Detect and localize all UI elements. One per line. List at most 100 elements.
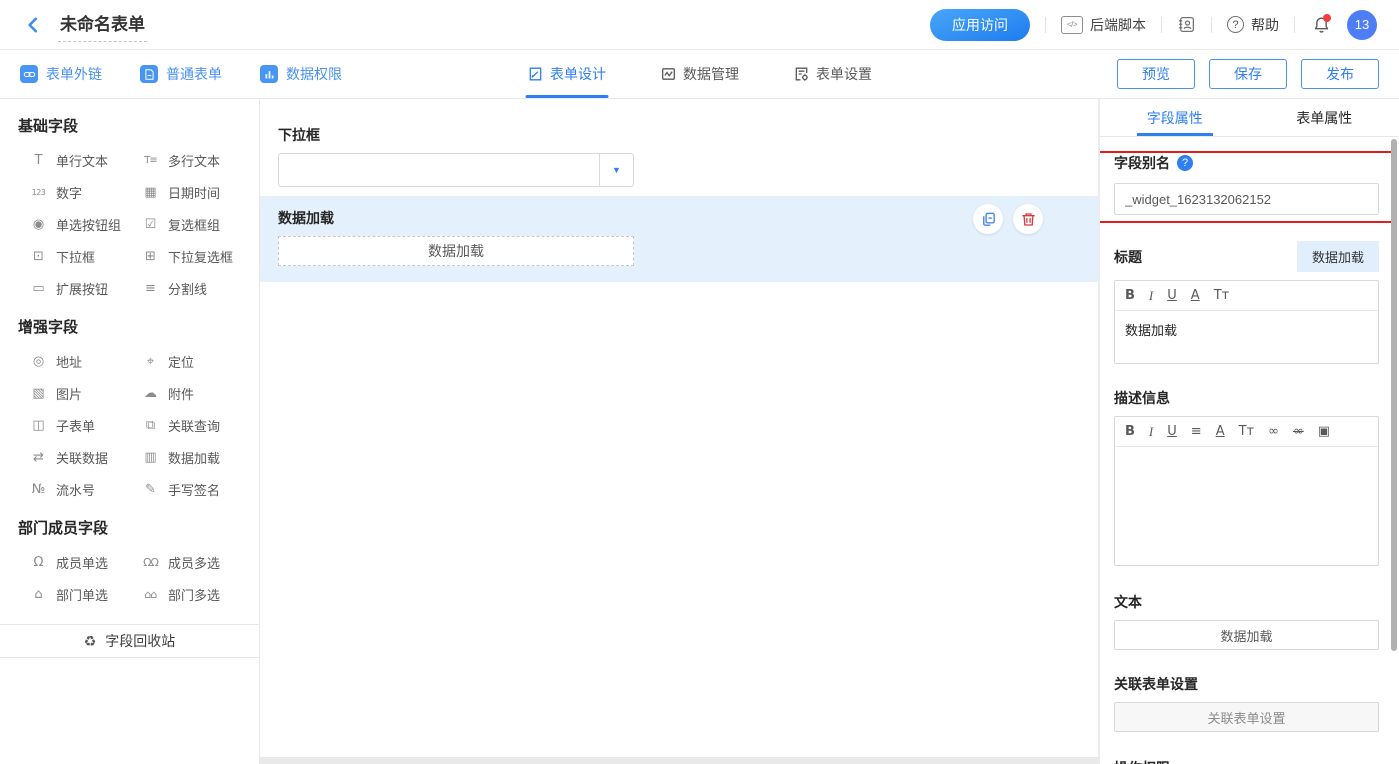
backend-script-button[interactable]: </> 后端脚本 xyxy=(1061,15,1146,35)
link-icon[interactable]: ∞ xyxy=(1268,425,1279,438)
dropdown-select-value xyxy=(279,154,599,186)
bold-icon[interactable]: B xyxy=(1125,289,1135,302)
dropdown-select[interactable]: ▼ xyxy=(278,153,634,187)
plain-form-icon xyxy=(140,65,158,83)
trash-icon xyxy=(1020,211,1037,228)
mode-item-数据权限[interactable]: 数据权限 xyxy=(260,64,342,84)
field-item-附件[interactable]: ☁附件 xyxy=(142,377,259,409)
data-load-field-widget-selected[interactable]: 数据加载 数据加载 xyxy=(260,196,1098,282)
alias-label: 字段别名 xyxy=(1114,153,1170,173)
field-item-label: 数字 xyxy=(56,183,82,202)
field-item-手写签名[interactable]: ✎手写签名 xyxy=(142,473,259,505)
field-item-定位[interactable]: ⌖定位 xyxy=(142,345,259,377)
font-color-icon[interactable]: A xyxy=(1191,289,1200,302)
field-item-分割线[interactable]: ≡分割线 xyxy=(142,272,259,304)
tab-表单设置[interactable]: 表单设置 xyxy=(793,50,872,98)
field-item-下拉复选框[interactable]: ⊞下拉复选框 xyxy=(142,240,259,272)
tab-表单设计[interactable]: 表单设计 xyxy=(527,50,606,98)
tab-数据管理[interactable]: 数据管理 xyxy=(660,50,739,98)
properties-tabs: 字段属性表单属性 xyxy=(1100,99,1399,137)
field-item-label: 关联数据 xyxy=(56,448,108,467)
field-item-流水号[interactable]: №流水号 xyxy=(30,473,142,505)
font-size-icon[interactable]: Tᴛ xyxy=(1239,425,1255,438)
text-label: 文本 xyxy=(1114,594,1142,610)
field-recycle-bin[interactable]: ♻ 字段回收站 xyxy=(0,624,259,658)
help-button[interactable]: ? 帮助 xyxy=(1227,15,1279,35)
field-item-下拉框[interactable]: ⊡下拉框 xyxy=(30,240,142,272)
code-icon: </> xyxy=(1061,16,1083,34)
text-value-button[interactable]: 数据加载 xyxy=(1114,620,1379,650)
field-item-单选按钮组[interactable]: ◉单选按钮组 xyxy=(30,208,142,240)
panel-tab-表单属性[interactable]: 表单属性 xyxy=(1250,99,1399,136)
field-item-日期时间[interactable]: ▦日期时间 xyxy=(142,176,259,208)
description-editor-content[interactable] xyxy=(1115,447,1378,565)
field-item-数据加载[interactable]: ▥数据加载 xyxy=(142,441,259,473)
main-tabs: 表单设计 数据管理 表单设置 xyxy=(527,50,872,98)
title-field-tag[interactable]: 数据加载 xyxy=(1297,241,1379,272)
divider-icon: ≡ xyxy=(142,281,159,296)
panel-scrollbar[interactable] xyxy=(1391,139,1397,651)
sidebar-section-grid: ◎ 地址 ⌖定位▧图片☁附件◫子表单⧉关联查询⇄关联数据▥数据加载№流水号✎手写签名 xyxy=(0,345,259,505)
field-item-图片[interactable]: ▧图片 xyxy=(30,377,142,409)
underline-icon[interactable]: U xyxy=(1167,425,1177,438)
underline-icon[interactable]: U xyxy=(1167,289,1177,302)
italic-icon[interactable]: I xyxy=(1149,425,1153,438)
field-item-关联查询[interactable]: ⧉关联查询 xyxy=(142,409,259,441)
dropdown-multi-icon: ⊞ xyxy=(142,249,159,264)
address-book-button[interactable] xyxy=(1177,15,1196,34)
form-title[interactable]: 未命名表单 xyxy=(58,8,147,42)
address-icon: ◎ xyxy=(30,354,47,369)
field-item-多行文本[interactable]: T≡多行文本 xyxy=(142,144,259,176)
bold-icon[interactable]: B xyxy=(1125,425,1135,438)
publish-button[interactable]: 发布 xyxy=(1301,59,1379,89)
mode-item-表单外链[interactable]: 表单外链 xyxy=(20,64,102,84)
field-item-关联数据[interactable]: ⇄关联数据 xyxy=(30,441,142,473)
notification-button[interactable] xyxy=(1310,14,1332,36)
title-label: 标题 xyxy=(1114,247,1142,267)
title-editor: B I U A Tᴛ 数据加载 xyxy=(1114,280,1379,364)
field-item-复选框组[interactable]: ☑复选框组 xyxy=(142,208,259,240)
related-form-settings-button[interactable]: 关联表单设置 xyxy=(1114,702,1379,732)
divider xyxy=(1294,17,1295,33)
field-item-成员单选[interactable]: Ω成员单选 xyxy=(30,546,142,578)
field-item-子表单[interactable]: ◫子表单 xyxy=(30,409,142,441)
field-item-成员多选[interactable]: ΩΩ成员多选 xyxy=(142,546,259,578)
app-access-button[interactable]: 应用访问 xyxy=(930,9,1030,41)
field-item-扩展按钮[interactable]: ▭扩展按钮 xyxy=(30,272,142,304)
field-item-单行文本[interactable]: T单行文本 xyxy=(30,144,142,176)
data-load-icon: ▥ xyxy=(142,450,159,465)
field-item-label: 地址 xyxy=(56,352,82,371)
divider xyxy=(1211,17,1212,33)
align-icon[interactable]: ≡ xyxy=(1191,425,1202,438)
sidebar-section-title: 基础字段 xyxy=(0,115,259,136)
alias-input[interactable] xyxy=(1114,183,1379,215)
canvas-scrollbar-track xyxy=(260,757,1098,764)
back-button[interactable] xyxy=(22,14,44,36)
save-button[interactable]: 保存 xyxy=(1209,59,1287,89)
preview-button[interactable]: 预览 xyxy=(1117,59,1195,89)
font-color-icon[interactable]: A xyxy=(1216,425,1225,438)
alias-help-icon[interactable]: ? xyxy=(1177,155,1193,171)
insert-image-icon[interactable]: ▣ xyxy=(1318,425,1330,438)
checkbox-group-icon: ☑ xyxy=(142,217,159,232)
field-item-label: 部门多选 xyxy=(168,585,220,604)
dropdown-field-widget[interactable]: 下拉框 ▼ xyxy=(278,125,1080,187)
address-book-icon xyxy=(1177,15,1196,34)
field-item-地址[interactable]: ◎ 地址 xyxy=(30,345,142,377)
data-manage-icon xyxy=(660,66,676,82)
panel-tab-字段属性[interactable]: 字段属性 xyxy=(1100,99,1250,136)
field-item-label: 流水号 xyxy=(56,480,95,499)
font-size-icon[interactable]: Tᴛ xyxy=(1214,289,1230,302)
delete-field-button[interactable] xyxy=(1013,204,1043,234)
title-editor-content[interactable]: 数据加载 xyxy=(1115,311,1378,363)
italic-icon[interactable]: I xyxy=(1149,289,1153,302)
sidebar-section-title: 增强字段 xyxy=(0,316,259,337)
form-settings-icon xyxy=(793,66,809,82)
field-item-部门多选[interactable]: ⌂⌂部门多选 xyxy=(142,578,259,610)
mode-item-普通表单[interactable]: 普通表单 xyxy=(140,64,222,84)
avatar[interactable]: 13 xyxy=(1347,10,1377,40)
field-item-部门单选[interactable]: ⌂部门单选 xyxy=(30,578,142,610)
unlink-icon[interactable]: ∞ xyxy=(1293,425,1304,438)
field-item-数字[interactable]: 123数字 xyxy=(30,176,142,208)
copy-field-button[interactable] xyxy=(973,204,1003,234)
